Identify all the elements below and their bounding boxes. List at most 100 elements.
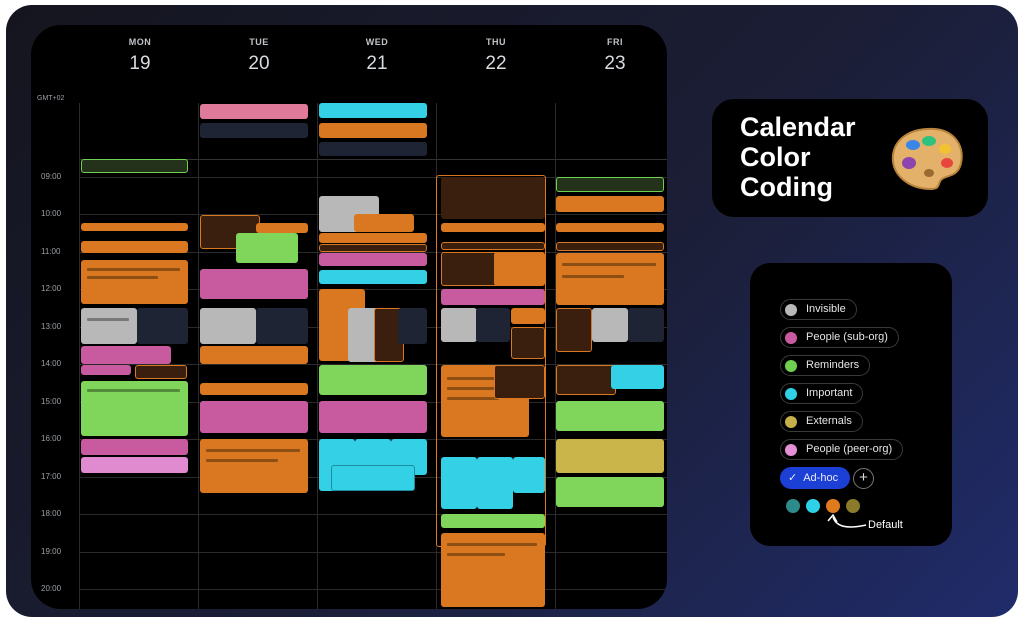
calendar-event[interactable] bbox=[556, 242, 664, 251]
color-swatch[interactable] bbox=[806, 499, 820, 513]
calendar-event[interactable] bbox=[477, 457, 513, 509]
calendar-event[interactable] bbox=[556, 365, 616, 395]
calendar-event[interactable] bbox=[137, 308, 188, 344]
calendar-event[interactable] bbox=[441, 514, 545, 528]
calendar-event[interactable] bbox=[81, 223, 188, 231]
legend-chip-ad-hoc[interactable]: ✓ Ad-hoc bbox=[780, 467, 851, 489]
calendar-event[interactable] bbox=[81, 308, 137, 344]
legend-chip-important[interactable]: Important bbox=[780, 383, 864, 404]
calendar-event[interactable] bbox=[556, 308, 592, 352]
calendar-event[interactable] bbox=[556, 223, 664, 232]
calendar-event[interactable] bbox=[476, 308, 510, 342]
day-header-tue[interactable]: TUE 20 bbox=[200, 37, 318, 75]
calendar-event[interactable] bbox=[200, 104, 308, 119]
calendar-event[interactable] bbox=[556, 196, 664, 212]
day-header-fri[interactable]: FRI 23 bbox=[556, 37, 667, 75]
hour-line bbox=[79, 552, 667, 553]
calendar-event[interactable] bbox=[319, 233, 427, 243]
legend-chip-people-sub-org[interactable]: People (sub-org) bbox=[780, 327, 899, 348]
calendar-event[interactable] bbox=[81, 365, 131, 375]
calendar-event[interactable] bbox=[200, 383, 308, 395]
calendar-event[interactable] bbox=[441, 177, 545, 219]
legend-chip-invisible[interactable]: Invisible bbox=[780, 299, 857, 320]
day-name: TUE bbox=[249, 37, 269, 47]
calendar-event[interactable] bbox=[200, 308, 256, 344]
calendar-event[interactable] bbox=[354, 214, 414, 232]
calendar-event[interactable] bbox=[200, 123, 308, 138]
calendar-event[interactable] bbox=[200, 401, 308, 433]
calendar-event[interactable] bbox=[200, 346, 308, 364]
calendar-event[interactable] bbox=[135, 365, 187, 379]
day-name: THU bbox=[486, 37, 506, 47]
calendar-event[interactable] bbox=[511, 327, 545, 359]
calendar-event[interactable] bbox=[319, 253, 427, 266]
calendar-event[interactable] bbox=[611, 365, 664, 389]
calendar-event[interactable] bbox=[200, 439, 308, 493]
calendar-event[interactable] bbox=[319, 142, 427, 156]
checkmark-icon: ✓ bbox=[788, 472, 798, 484]
day-header-mon[interactable]: MON 19 bbox=[81, 37, 199, 75]
calendar-event[interactable] bbox=[511, 308, 545, 324]
time-label: 20:00 bbox=[41, 584, 62, 593]
calendar-event[interactable] bbox=[441, 308, 477, 342]
grid-column-line bbox=[317, 103, 318, 609]
calendar-event[interactable] bbox=[319, 123, 427, 138]
calendar-event[interactable] bbox=[256, 308, 308, 344]
day-date: 23 bbox=[604, 53, 626, 74]
calendar-event[interactable] bbox=[81, 241, 188, 253]
calendar-event[interactable] bbox=[81, 439, 188, 455]
day-header-thu[interactable]: THU 22 bbox=[437, 37, 555, 75]
day-header-wed[interactable]: WED 21 bbox=[318, 37, 436, 75]
color-swatch[interactable] bbox=[826, 499, 840, 513]
calendar-event[interactable] bbox=[556, 401, 664, 431]
calendar-event[interactable] bbox=[319, 365, 427, 395]
time-label: 15:00 bbox=[41, 397, 62, 406]
legend-chip-reminders[interactable]: Reminders bbox=[780, 355, 871, 376]
timezone-label: GMT+02 bbox=[37, 95, 65, 102]
calendar-event[interactable] bbox=[81, 346, 171, 364]
add-color-button[interactable]: + bbox=[853, 468, 874, 489]
headline-text: Calendar Color Coding bbox=[740, 112, 856, 202]
calendar-event[interactable] bbox=[556, 253, 664, 305]
calendar-event[interactable] bbox=[319, 244, 427, 252]
calendar-event[interactable] bbox=[319, 103, 427, 118]
app-frame: GMT+02 MON 19 TUE 20 WED 21 THU 22 FRI 2… bbox=[6, 5, 1018, 617]
calendar-event[interactable] bbox=[331, 465, 415, 491]
calendar-event[interactable] bbox=[441, 223, 545, 232]
calendar-event[interactable] bbox=[81, 159, 188, 173]
calendar-event[interactable] bbox=[556, 439, 664, 473]
calendar-event[interactable] bbox=[81, 260, 188, 304]
calendar-event[interactable] bbox=[81, 457, 188, 473]
calendar-event[interactable] bbox=[556, 477, 664, 507]
color-swatch[interactable] bbox=[846, 499, 860, 513]
color-legend-panel: Invisible People (sub-org) Reminders Imp… bbox=[750, 263, 952, 546]
calendar-event[interactable] bbox=[200, 269, 308, 299]
calendar-event[interactable] bbox=[81, 381, 188, 436]
calendar-event[interactable] bbox=[319, 401, 427, 433]
calendar-event[interactable] bbox=[513, 457, 545, 493]
calendar-event[interactable] bbox=[236, 233, 298, 263]
calendar-event[interactable] bbox=[494, 252, 545, 286]
calendar-event[interactable] bbox=[256, 223, 308, 233]
calendar-event[interactable] bbox=[441, 457, 477, 509]
calendar-event[interactable] bbox=[628, 308, 664, 342]
calendar-event[interactable] bbox=[556, 177, 664, 192]
color-dot bbox=[785, 303, 797, 316]
day-date: 20 bbox=[248, 53, 270, 74]
calendar-event[interactable] bbox=[319, 270, 427, 284]
legend-chip-label: People (sub-org) bbox=[806, 331, 888, 343]
calendar-event[interactable] bbox=[441, 533, 545, 607]
calendar-event[interactable] bbox=[441, 289, 545, 305]
grid-column-line bbox=[198, 103, 199, 609]
calendar-event[interactable] bbox=[592, 308, 628, 342]
legend-chip-people-peer-org[interactable]: People (peer-org) bbox=[780, 439, 904, 460]
color-dot bbox=[785, 359, 797, 372]
calendar-event[interactable] bbox=[441, 252, 501, 286]
time-label: 17:00 bbox=[41, 472, 62, 481]
calendar-event[interactable] bbox=[494, 365, 545, 399]
calendar-event[interactable] bbox=[441, 242, 545, 250]
legend-chip-externals[interactable]: Externals bbox=[780, 411, 863, 432]
color-swatch[interactable] bbox=[786, 499, 800, 513]
headline-line: Calendar bbox=[740, 112, 856, 142]
calendar-event[interactable] bbox=[398, 308, 427, 344]
